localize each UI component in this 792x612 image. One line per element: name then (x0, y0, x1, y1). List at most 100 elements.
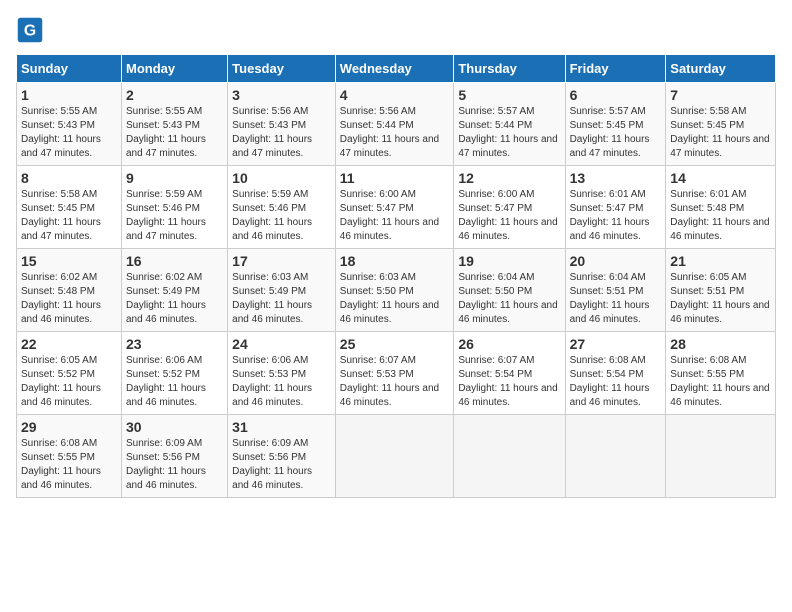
day-info: Sunrise: 5:56 AM Sunset: 5:44 PM Dayligh… (340, 105, 450, 161)
day-number: 10 (232, 170, 331, 186)
day-number: 30 (126, 419, 223, 435)
day-info: Sunrise: 5:58 AM Sunset: 5:45 PM Dayligh… (670, 105, 771, 161)
day-info: Sunrise: 6:05 AM Sunset: 5:52 PM Dayligh… (21, 354, 117, 410)
day-cell: 19 Sunrise: 6:04 AM Sunset: 5:50 PM Dayl… (454, 249, 565, 332)
day-cell: 15 Sunrise: 6:02 AM Sunset: 5:48 PM Dayl… (17, 249, 122, 332)
day-cell: 3 Sunrise: 5:56 AM Sunset: 5:43 PM Dayli… (228, 83, 336, 166)
day-number: 13 (570, 170, 662, 186)
day-cell: 2 Sunrise: 5:55 AM Sunset: 5:43 PM Dayli… (122, 83, 228, 166)
day-number: 22 (21, 336, 117, 352)
logo-icon: G (16, 16, 44, 44)
day-cell (454, 415, 565, 498)
day-info: Sunrise: 6:06 AM Sunset: 5:52 PM Dayligh… (126, 354, 223, 410)
day-number: 24 (232, 336, 331, 352)
day-cell: 11 Sunrise: 6:00 AM Sunset: 5:47 PM Dayl… (335, 166, 454, 249)
day-info: Sunrise: 6:09 AM Sunset: 5:56 PM Dayligh… (232, 437, 331, 493)
day-cell: 29 Sunrise: 6:08 AM Sunset: 5:55 PM Dayl… (17, 415, 122, 498)
day-info: Sunrise: 5:55 AM Sunset: 5:43 PM Dayligh… (21, 105, 117, 161)
day-number: 5 (458, 87, 560, 103)
day-info: Sunrise: 6:05 AM Sunset: 5:51 PM Dayligh… (670, 271, 771, 327)
day-cell: 27 Sunrise: 6:08 AM Sunset: 5:54 PM Dayl… (565, 332, 666, 415)
day-number: 14 (670, 170, 771, 186)
day-number: 4 (340, 87, 450, 103)
day-info: Sunrise: 6:00 AM Sunset: 5:47 PM Dayligh… (340, 188, 450, 244)
col-header-saturday: Saturday (666, 55, 776, 83)
day-cell: 10 Sunrise: 5:59 AM Sunset: 5:46 PM Dayl… (228, 166, 336, 249)
day-cell: 13 Sunrise: 6:01 AM Sunset: 5:47 PM Dayl… (565, 166, 666, 249)
day-cell: 30 Sunrise: 6:09 AM Sunset: 5:56 PM Dayl… (122, 415, 228, 498)
day-info: Sunrise: 6:07 AM Sunset: 5:54 PM Dayligh… (458, 354, 560, 410)
day-number: 1 (21, 87, 117, 103)
week-row-2: 8 Sunrise: 5:58 AM Sunset: 5:45 PM Dayli… (17, 166, 776, 249)
day-cell: 25 Sunrise: 6:07 AM Sunset: 5:53 PM Dayl… (335, 332, 454, 415)
day-number: 21 (670, 253, 771, 269)
day-number: 28 (670, 336, 771, 352)
day-number: 12 (458, 170, 560, 186)
logo: G (16, 16, 48, 44)
day-info: Sunrise: 6:09 AM Sunset: 5:56 PM Dayligh… (126, 437, 223, 493)
day-cell: 18 Sunrise: 6:03 AM Sunset: 5:50 PM Dayl… (335, 249, 454, 332)
day-number: 9 (126, 170, 223, 186)
day-cell: 14 Sunrise: 6:01 AM Sunset: 5:48 PM Dayl… (666, 166, 776, 249)
day-number: 23 (126, 336, 223, 352)
col-header-monday: Monday (122, 55, 228, 83)
week-row-5: 29 Sunrise: 6:08 AM Sunset: 5:55 PM Dayl… (17, 415, 776, 498)
day-cell: 7 Sunrise: 5:58 AM Sunset: 5:45 PM Dayli… (666, 83, 776, 166)
day-number: 7 (670, 87, 771, 103)
day-number: 6 (570, 87, 662, 103)
day-info: Sunrise: 6:07 AM Sunset: 5:53 PM Dayligh… (340, 354, 450, 410)
day-cell: 1 Sunrise: 5:55 AM Sunset: 5:43 PM Dayli… (17, 83, 122, 166)
day-number: 16 (126, 253, 223, 269)
day-cell: 22 Sunrise: 6:05 AM Sunset: 5:52 PM Dayl… (17, 332, 122, 415)
day-cell: 12 Sunrise: 6:00 AM Sunset: 5:47 PM Dayl… (454, 166, 565, 249)
day-number: 20 (570, 253, 662, 269)
day-number: 15 (21, 253, 117, 269)
day-info: Sunrise: 5:57 AM Sunset: 5:45 PM Dayligh… (570, 105, 662, 161)
day-cell (335, 415, 454, 498)
header-row: SundayMondayTuesdayWednesdayThursdayFrid… (17, 55, 776, 83)
svg-text:G: G (24, 22, 36, 39)
day-info: Sunrise: 6:08 AM Sunset: 5:54 PM Dayligh… (570, 354, 662, 410)
day-number: 17 (232, 253, 331, 269)
day-info: Sunrise: 6:06 AM Sunset: 5:53 PM Dayligh… (232, 354, 331, 410)
day-number: 31 (232, 419, 331, 435)
header: G (16, 16, 776, 44)
calendar-table: SundayMondayTuesdayWednesdayThursdayFrid… (16, 54, 776, 498)
day-info: Sunrise: 6:03 AM Sunset: 5:49 PM Dayligh… (232, 271, 331, 327)
col-header-sunday: Sunday (17, 55, 122, 83)
day-info: Sunrise: 5:57 AM Sunset: 5:44 PM Dayligh… (458, 105, 560, 161)
day-number: 11 (340, 170, 450, 186)
day-info: Sunrise: 6:03 AM Sunset: 5:50 PM Dayligh… (340, 271, 450, 327)
day-cell: 21 Sunrise: 6:05 AM Sunset: 5:51 PM Dayl… (666, 249, 776, 332)
col-header-wednesday: Wednesday (335, 55, 454, 83)
day-info: Sunrise: 6:02 AM Sunset: 5:49 PM Dayligh… (126, 271, 223, 327)
day-info: Sunrise: 6:08 AM Sunset: 5:55 PM Dayligh… (670, 354, 771, 410)
col-header-thursday: Thursday (454, 55, 565, 83)
day-cell: 17 Sunrise: 6:03 AM Sunset: 5:49 PM Dayl… (228, 249, 336, 332)
day-number: 18 (340, 253, 450, 269)
day-number: 27 (570, 336, 662, 352)
day-cell (565, 415, 666, 498)
day-info: Sunrise: 6:01 AM Sunset: 5:48 PM Dayligh… (670, 188, 771, 244)
day-cell: 28 Sunrise: 6:08 AM Sunset: 5:55 PM Dayl… (666, 332, 776, 415)
day-number: 8 (21, 170, 117, 186)
day-number: 3 (232, 87, 331, 103)
day-info: Sunrise: 5:59 AM Sunset: 5:46 PM Dayligh… (232, 188, 331, 244)
col-header-tuesday: Tuesday (228, 55, 336, 83)
day-number: 25 (340, 336, 450, 352)
day-info: Sunrise: 5:56 AM Sunset: 5:43 PM Dayligh… (232, 105, 331, 161)
day-info: Sunrise: 6:00 AM Sunset: 5:47 PM Dayligh… (458, 188, 560, 244)
day-info: Sunrise: 6:01 AM Sunset: 5:47 PM Dayligh… (570, 188, 662, 244)
week-row-1: 1 Sunrise: 5:55 AM Sunset: 5:43 PM Dayli… (17, 83, 776, 166)
day-cell: 24 Sunrise: 6:06 AM Sunset: 5:53 PM Dayl… (228, 332, 336, 415)
day-cell: 4 Sunrise: 5:56 AM Sunset: 5:44 PM Dayli… (335, 83, 454, 166)
day-number: 26 (458, 336, 560, 352)
day-info: Sunrise: 5:59 AM Sunset: 5:46 PM Dayligh… (126, 188, 223, 244)
day-info: Sunrise: 6:02 AM Sunset: 5:48 PM Dayligh… (21, 271, 117, 327)
day-cell: 26 Sunrise: 6:07 AM Sunset: 5:54 PM Dayl… (454, 332, 565, 415)
day-cell: 8 Sunrise: 5:58 AM Sunset: 5:45 PM Dayli… (17, 166, 122, 249)
day-cell: 6 Sunrise: 5:57 AM Sunset: 5:45 PM Dayli… (565, 83, 666, 166)
day-number: 19 (458, 253, 560, 269)
day-number: 29 (21, 419, 117, 435)
day-cell (666, 415, 776, 498)
